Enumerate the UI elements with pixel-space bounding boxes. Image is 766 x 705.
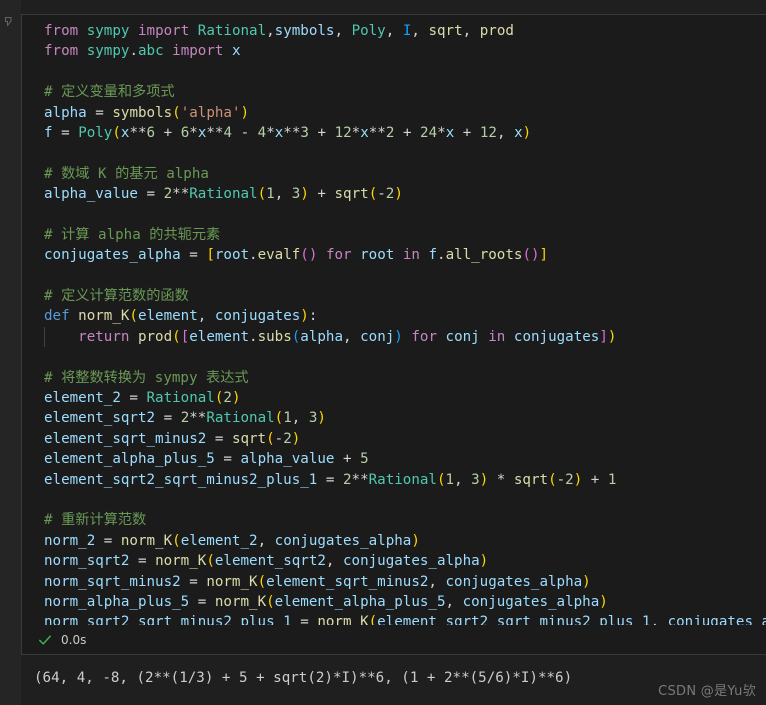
code-line-comment: # 将整数转换为 sympy 表达式 bbox=[44, 369, 249, 386]
code-line: conjugates_alpha = [root.evalf() for roo… bbox=[44, 247, 549, 264]
code-line: norm_sqrt_minus2 = norm_K(element_sqrt_m… bbox=[44, 573, 591, 590]
code-line-comment: # 定义计算范数的函数 bbox=[44, 288, 189, 305]
code-line: element_2 = Rational(2) bbox=[44, 390, 241, 407]
output-text: (64, 4, -8, (2**(1/3) + 5 + sqrt(2)*I)**… bbox=[34, 670, 573, 686]
code-line-comment: # 计算 alpha 的共轭元素 bbox=[44, 226, 221, 243]
code-line-comment: # 重新计算范数 bbox=[44, 512, 147, 529]
cell-output: (64, 4, -8, (2**(1/3) + 5 + sqrt(2)*I)**… bbox=[21, 655, 766, 705]
code-line: element_sqrt2 = 2**Rational(1, 3) bbox=[44, 410, 326, 427]
code-line: f = Poly(x**6 + 6*x**4 - 4*x**3 + 12*x**… bbox=[44, 124, 532, 141]
execution-time-label: 0.0s bbox=[61, 633, 87, 647]
code-line: return prod([element.subs(alpha, conj) f… bbox=[22, 326, 766, 348]
code-line: alpha = symbols('alpha') bbox=[44, 104, 250, 121]
code-line: norm_2 = norm_K(element_2, conjugates_al… bbox=[44, 532, 420, 549]
code-line-comment: # 定义变量和多项式 bbox=[44, 84, 175, 101]
code-line: from sympy.abc import x bbox=[44, 43, 241, 60]
code-line: from sympy import Rational,symbols, Poly… bbox=[44, 23, 514, 39]
code-line: norm_sqrt2_sqrt_minus2_plus_1 = norm_K(e… bbox=[44, 614, 766, 625]
notebook-surface: from sympy import Rational,symbols, Poly… bbox=[0, 0, 766, 705]
code-line: element_sqrt2_sqrt_minus2_plus_1 = 2**Ra… bbox=[44, 471, 617, 488]
code-cell[interactable]: from sympy import Rational,symbols, Poly… bbox=[21, 14, 766, 655]
code-line: norm_alpha_plus_5 = norm_K(element_alpha… bbox=[44, 593, 608, 610]
cell-execution-status: 0.0s bbox=[22, 626, 766, 654]
check-icon bbox=[39, 635, 51, 645]
code-line: element_alpha_plus_5 = alpha_value + 5 bbox=[44, 451, 369, 468]
code-line: alpha_value = 2**Rational(1, 3) + sqrt(-… bbox=[44, 186, 403, 203]
watermark: CSDN @是Yu欤 bbox=[658, 684, 756, 699]
code-line: element_sqrt_minus2 = sqrt(-2) bbox=[44, 430, 301, 447]
code-editor[interactable]: from sympy import Rational,symbols, Poly… bbox=[22, 21, 766, 625]
notebook-gutter bbox=[0, 0, 21, 705]
code-line: norm_sqrt2 = norm_K(element_sqrt2, conju… bbox=[44, 553, 489, 570]
cell-focus-marker-icon bbox=[5, 17, 12, 26]
code-line: def norm_K(element, conjugates): bbox=[44, 308, 318, 325]
code-line-comment: # 数域 K 的基元 alpha bbox=[44, 165, 209, 182]
